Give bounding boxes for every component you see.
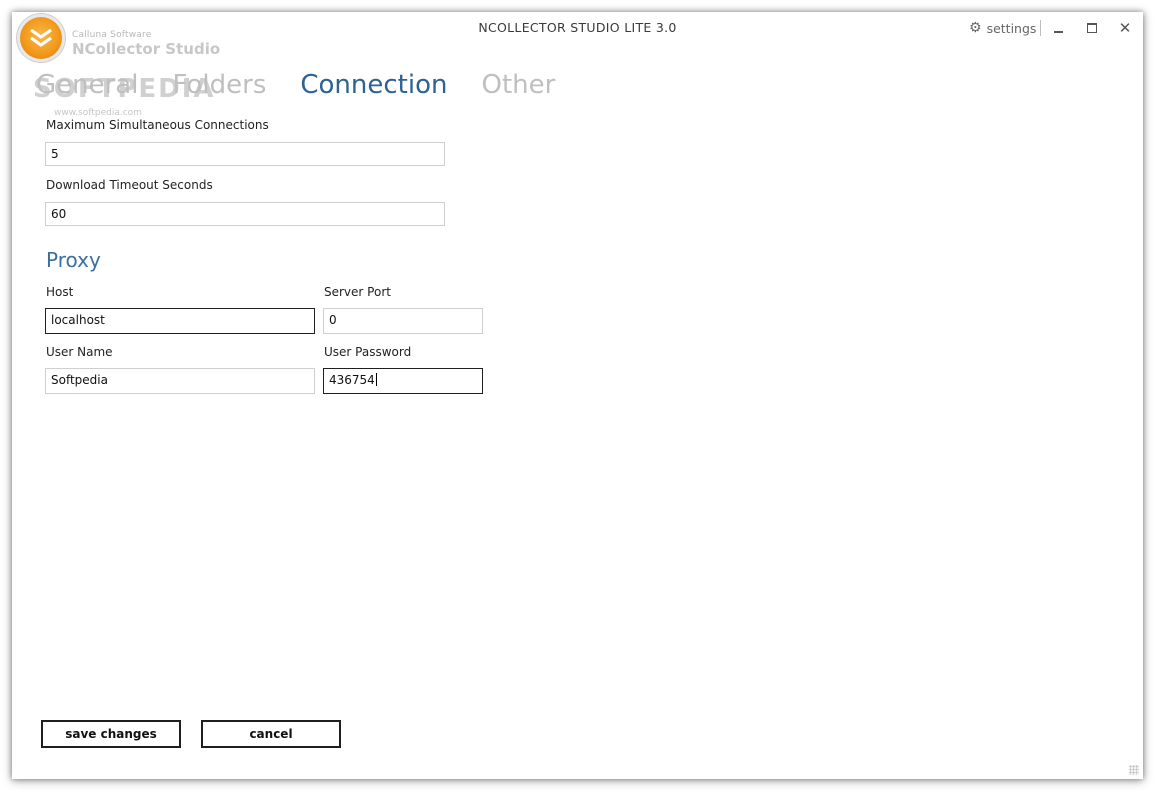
username-label: User Name bbox=[46, 345, 113, 359]
tab-connection[interactable]: Connection bbox=[300, 70, 447, 100]
save-changes-button[interactable]: save changes bbox=[41, 720, 181, 748]
host-input[interactable]: localhost bbox=[45, 308, 315, 334]
proxy-section-title: Proxy bbox=[46, 248, 101, 272]
host-label: Host bbox=[46, 285, 74, 299]
gear-icon: ⚙ bbox=[969, 20, 982, 36]
max-connections-label: Maximum Simultaneous Connections bbox=[46, 118, 269, 132]
password-input[interactable]: 436754 bbox=[323, 368, 483, 394]
tab-bar: General Folders Connection Other bbox=[36, 70, 589, 100]
watermark-url: www.softpedia.com bbox=[54, 108, 142, 118]
text-caret bbox=[375, 373, 377, 386]
app-window: Calluna Software NCollector Studio NCOLL… bbox=[12, 12, 1143, 779]
resize-grip-icon[interactable] bbox=[1129, 765, 1139, 775]
settings-label: settings bbox=[986, 20, 1037, 36]
max-connections-input[interactable]: 5 bbox=[45, 142, 445, 166]
minimize-icon bbox=[1053, 31, 1063, 33]
server-port-label: Server Port bbox=[324, 285, 391, 299]
tab-general[interactable]: General bbox=[36, 70, 138, 100]
password-value: 436754 bbox=[329, 373, 375, 387]
tab-other[interactable]: Other bbox=[482, 70, 556, 100]
maximize-button[interactable] bbox=[1082, 18, 1102, 38]
close-button[interactable]: ✕ bbox=[1115, 18, 1135, 38]
minimize-button[interactable] bbox=[1048, 18, 1068, 38]
cancel-button[interactable]: cancel bbox=[201, 720, 341, 748]
maximize-icon bbox=[1087, 23, 1097, 33]
timeout-label: Download Timeout Seconds bbox=[46, 178, 213, 192]
username-input[interactable]: Softpedia bbox=[45, 368, 315, 394]
titlebar-divider bbox=[1040, 20, 1041, 36]
password-label: User Password bbox=[324, 345, 412, 359]
tab-folders[interactable]: Folders bbox=[172, 70, 266, 100]
close-icon: ✕ bbox=[1118, 19, 1132, 37]
settings-button[interactable]: ⚙ settings bbox=[969, 20, 1036, 36]
server-port-input[interactable]: 0 bbox=[323, 308, 483, 334]
brand-product: NCollector Studio bbox=[72, 40, 221, 58]
timeout-input[interactable]: 60 bbox=[45, 202, 445, 226]
